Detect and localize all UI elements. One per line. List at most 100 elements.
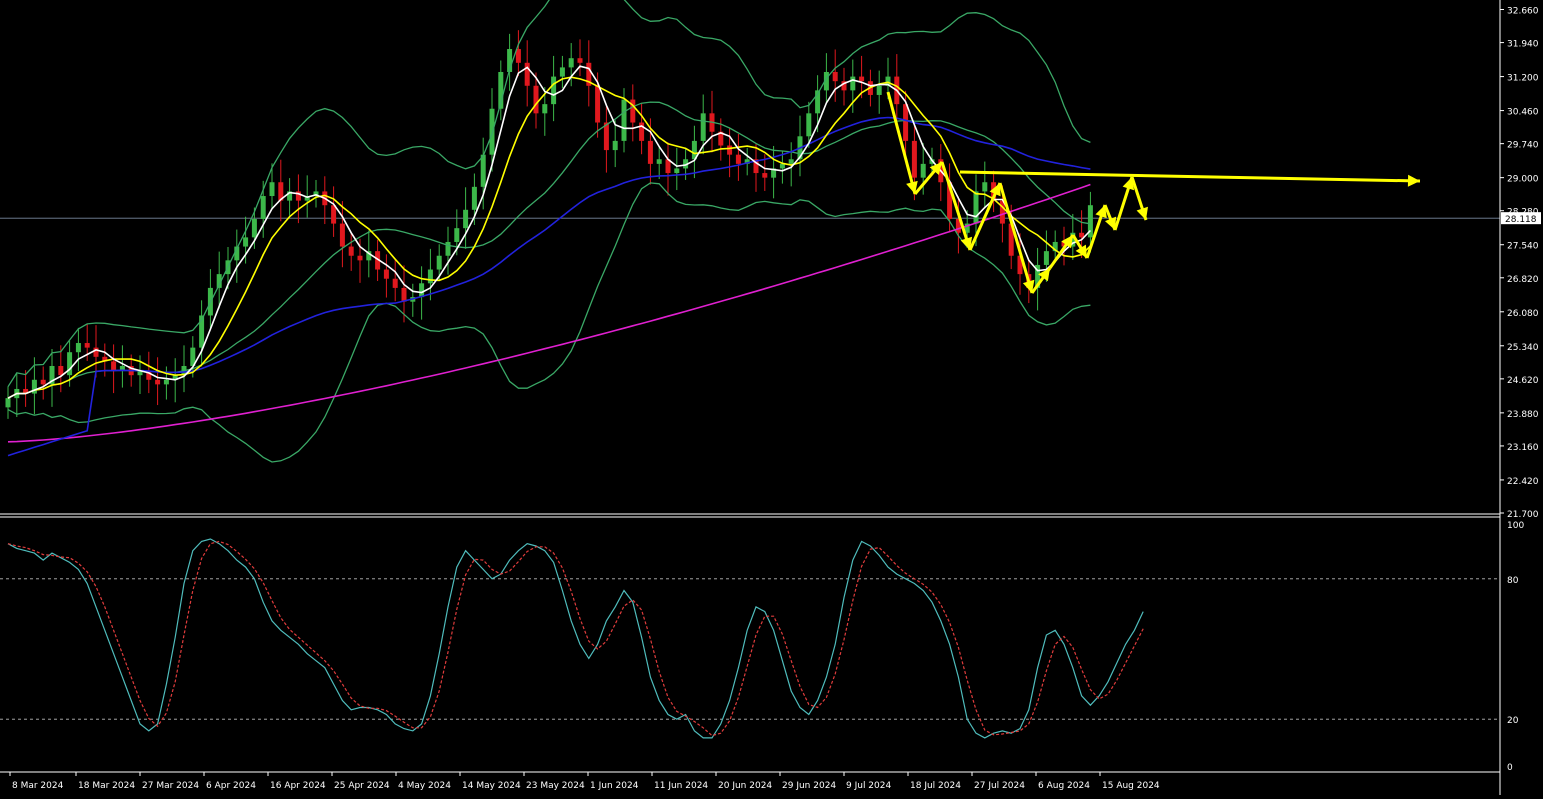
date-tick-label: 27 Mar 2024 xyxy=(142,781,199,791)
price-tick-label: 21.700 xyxy=(1507,510,1539,520)
current-price-label: 28.118 xyxy=(1505,215,1537,225)
candle-body xyxy=(727,145,733,155)
date-tick-label: 6 Aug 2024 xyxy=(1038,781,1090,791)
price-tick-label: 23.160 xyxy=(1507,443,1539,453)
resistance-arrow-head xyxy=(1407,174,1420,187)
price-tick-label: 25.340 xyxy=(1507,343,1539,353)
candle-body xyxy=(788,159,794,164)
price-tick-label: 31.940 xyxy=(1507,40,1539,50)
axes: 32.66031.94031.20030.46029.74029.00028.2… xyxy=(0,0,1541,795)
date-tick-label: 18 Mar 2024 xyxy=(78,781,135,791)
date-tick-label: 16 Apr 2024 xyxy=(270,781,326,791)
candle-body xyxy=(700,113,706,141)
annotation-arrows xyxy=(886,91,1421,294)
candle-body xyxy=(911,140,917,178)
candle-body xyxy=(903,104,909,141)
bollinger-lower-line xyxy=(7,182,1091,463)
candle-body xyxy=(93,347,99,357)
candle-body xyxy=(621,99,627,141)
candle-body xyxy=(656,159,662,164)
candle-body xyxy=(762,173,768,178)
swing-arrow xyxy=(940,161,972,251)
candle-body xyxy=(471,186,477,210)
candle-body xyxy=(392,278,398,288)
date-tick-label: 23 May 2024 xyxy=(526,781,585,791)
candle-body xyxy=(5,398,11,408)
candle-body xyxy=(251,218,257,238)
date-tick-label: 27 Jul 2024 xyxy=(974,781,1025,791)
candle-body xyxy=(920,163,926,178)
candle-body xyxy=(982,182,988,192)
stoch-tick-label: 20 xyxy=(1507,716,1519,726)
stoch-tick-label: 100 xyxy=(1507,521,1524,531)
candle-body xyxy=(427,269,433,284)
candle-body xyxy=(260,196,266,219)
candle-body xyxy=(436,255,442,270)
candle-body xyxy=(401,287,407,302)
candle-body xyxy=(524,62,530,86)
candle-body xyxy=(445,241,451,256)
price-tick-label: 27.540 xyxy=(1507,242,1539,252)
candle-body xyxy=(551,76,557,105)
candle-body xyxy=(419,283,425,298)
stoch-main-line xyxy=(7,538,1144,739)
candle-body xyxy=(735,154,741,164)
candle-body xyxy=(155,379,161,385)
candle-body xyxy=(357,255,363,261)
candle-body xyxy=(58,365,64,376)
date-tick-label: 15 Aug 2024 xyxy=(1102,781,1160,791)
candle-body xyxy=(577,58,583,63)
ma-slow-line xyxy=(7,116,1091,457)
price-tick-label: 22.420 xyxy=(1507,477,1539,487)
date-tick-label: 14 May 2024 xyxy=(462,781,521,791)
price-tick-label: 32.660 xyxy=(1507,7,1539,17)
candle-body xyxy=(383,269,389,279)
candle-body xyxy=(463,209,469,229)
candle-body xyxy=(559,67,565,77)
candle-body xyxy=(542,104,548,114)
candle-body xyxy=(779,163,785,169)
candle-body xyxy=(612,140,618,151)
main-price-panel xyxy=(0,30,1500,419)
candle-body xyxy=(480,154,486,187)
candle-body xyxy=(876,85,882,95)
bollinger-upper-line xyxy=(7,0,1091,388)
price-tick-label: 26.080 xyxy=(1507,309,1539,319)
price-chart[interactable]: 32.66031.94031.20030.46029.74029.00028.2… xyxy=(0,0,1543,795)
bollinger-middle-line xyxy=(7,101,1091,399)
date-tick-label: 1 Jun 2024 xyxy=(590,781,639,791)
candle-body xyxy=(832,71,838,82)
date-tick-label: 4 May 2024 xyxy=(398,781,451,791)
candle-body xyxy=(533,85,539,114)
candle-body xyxy=(348,246,354,256)
resistance-arrow xyxy=(959,170,1421,183)
stoch-tick-label: 0 xyxy=(1507,763,1513,773)
date-tick-label: 9 Jul 2024 xyxy=(846,781,891,791)
candle-body xyxy=(674,168,680,174)
date-tick-label: 6 Apr 2024 xyxy=(206,781,256,791)
price-tick-label: 26.820 xyxy=(1507,275,1539,285)
candle-body xyxy=(859,76,865,82)
candle-body xyxy=(269,182,275,197)
date-tick-label: 20 Jun 2024 xyxy=(718,781,772,791)
stoch-tick-label: 80 xyxy=(1507,576,1519,586)
ma-long-line xyxy=(7,183,1091,443)
date-tick-label: 8 Mar 2024 xyxy=(12,781,64,791)
price-tick-label: 30.460 xyxy=(1507,108,1539,118)
date-tick-label: 11 Jun 2024 xyxy=(654,781,708,791)
candle-body xyxy=(339,223,345,247)
candle-body xyxy=(647,140,653,164)
candle-body xyxy=(75,343,81,353)
price-tick-label: 31.200 xyxy=(1507,74,1539,84)
candle-body xyxy=(806,113,812,137)
date-tick-label: 29 Jun 2024 xyxy=(782,781,836,791)
stochastic-panel xyxy=(0,538,1500,739)
candle-body xyxy=(850,76,856,91)
price-tick-label: 29.000 xyxy=(1507,175,1539,185)
candle-body xyxy=(1043,251,1049,265)
candle-body xyxy=(84,343,90,348)
price-tick-label: 24.620 xyxy=(1507,376,1539,386)
candle-body xyxy=(163,379,169,385)
candle-body xyxy=(568,58,574,68)
candle-body xyxy=(454,228,460,242)
